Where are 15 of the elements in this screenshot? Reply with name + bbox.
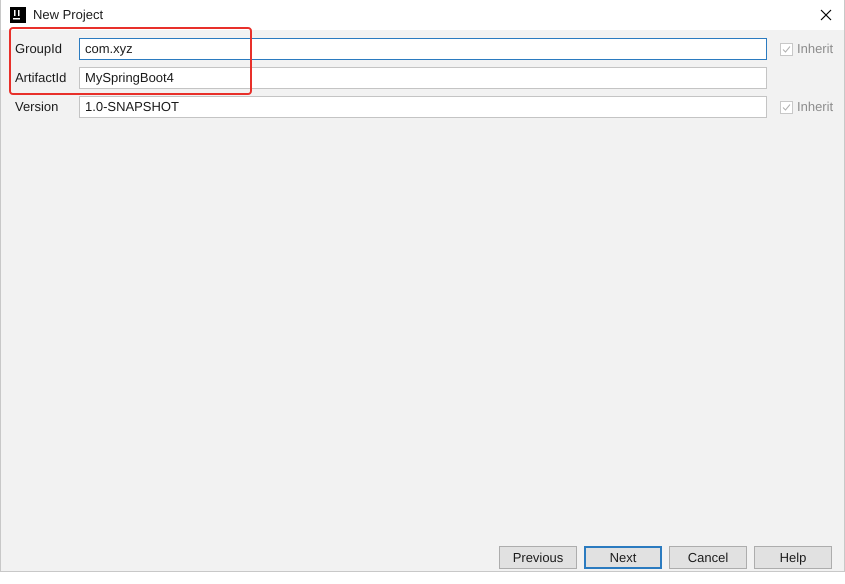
close-icon[interactable] [820,9,832,21]
text-field[interactable]: 1.0-SNAPSHOT [79,96,767,118]
field-label: GroupId [15,40,63,58]
field-label: ArtifactId [15,69,68,88]
dialog-button[interactable]: Next [584,546,662,569]
text-field[interactable]: com.xyz [79,38,767,60]
text-field[interactable]: MySpringBoot4 [79,67,767,89]
app-logo-icon [10,7,26,23]
dialog-button[interactable]: Cancel [669,546,747,569]
dialog-button[interactable]: Help [754,546,832,569]
inherit-label: Inherit [797,40,834,58]
window-title: New Project [33,6,104,24]
dialog-button[interactable]: Previous [499,546,577,569]
field-label: Version [15,98,60,116]
inherit-label: Inherit [797,98,834,116]
